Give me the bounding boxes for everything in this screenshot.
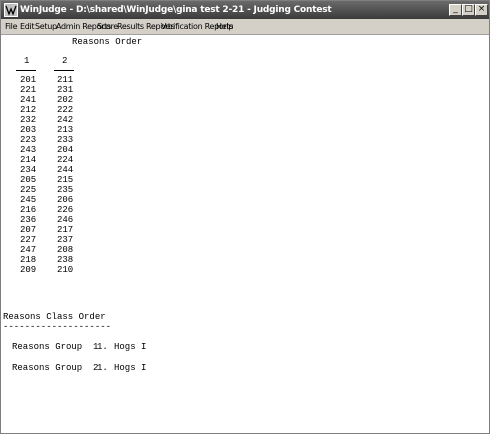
list-item: 202 bbox=[57, 95, 74, 105]
reasons-group-class: Hogs I bbox=[114, 342, 147, 352]
list-item: 246 bbox=[57, 215, 74, 225]
reasons-group-label: Reasons Group 2 bbox=[12, 363, 99, 373]
app-window: WinJudge - D:\shared\WinJudge\gina test … bbox=[0, 0, 490, 434]
list-item: 201 bbox=[20, 75, 37, 85]
minimize-button[interactable]: _ bbox=[449, 4, 462, 16]
class-order-divider: -------------------- bbox=[3, 322, 112, 332]
list-item: 217 bbox=[57, 225, 74, 235]
list-item: 236 bbox=[20, 215, 37, 225]
list-item: 223 bbox=[20, 135, 37, 145]
menu-edit[interactable]: Edit bbox=[20, 21, 35, 32]
list-item: 207 bbox=[20, 225, 37, 235]
list-item: 209 bbox=[20, 265, 37, 275]
menu-file[interactable]: File bbox=[5, 21, 17, 32]
menu-score[interactable]: Score bbox=[97, 21, 118, 32]
list-item: 213 bbox=[57, 125, 74, 135]
list-item: 216 bbox=[20, 205, 37, 215]
list-item: 244 bbox=[57, 165, 74, 175]
column-header-1: 1 bbox=[24, 56, 30, 66]
list-item: 206 bbox=[57, 195, 74, 205]
list-item: 247 bbox=[20, 245, 37, 255]
minimize-icon: _ bbox=[453, 4, 458, 14]
list-item: 222 bbox=[57, 105, 74, 115]
list-item: 205 bbox=[20, 175, 37, 185]
list-item: 203 bbox=[20, 125, 37, 135]
list-item: 210 bbox=[57, 265, 74, 275]
list-item: 214 bbox=[20, 155, 37, 165]
list-item: 234 bbox=[20, 165, 37, 175]
app-icon bbox=[4, 3, 18, 17]
column-header-2: 2 bbox=[62, 56, 68, 66]
list-item: 235 bbox=[57, 185, 74, 195]
menu-bar: File Edit Setup Admin Reports Score Resu… bbox=[1, 19, 489, 35]
report-heading: Reasons Order bbox=[72, 37, 143, 47]
menu-setup[interactable]: Setup bbox=[35, 21, 57, 32]
close-button[interactable]: × bbox=[475, 4, 488, 16]
list-item: 226 bbox=[57, 205, 74, 215]
list-item: 245 bbox=[20, 195, 37, 205]
close-icon: × bbox=[477, 4, 486, 14]
title-bar[interactable]: WinJudge - D:\shared\WinJudge\gina test … bbox=[1, 1, 489, 19]
list-item: 221 bbox=[20, 85, 37, 95]
list-item: 218 bbox=[20, 255, 37, 265]
list-item: 211 bbox=[57, 75, 74, 85]
list-item: 241 bbox=[20, 95, 37, 105]
reasons-group-number: 1. bbox=[97, 342, 108, 352]
list-item: 225 bbox=[20, 185, 37, 195]
column-underline-2 bbox=[54, 70, 74, 71]
list-item: 212 bbox=[20, 105, 37, 115]
list-item: 242 bbox=[57, 115, 74, 125]
reasons-group-label: Reasons Group 1 bbox=[12, 342, 99, 352]
list-item: 233 bbox=[57, 135, 74, 145]
reasons-group-number: 1. bbox=[97, 363, 108, 373]
list-item: 204 bbox=[57, 145, 74, 155]
report-view: Reasons Order 1 2 201 221 241 212 232 20… bbox=[1, 35, 489, 433]
reasons-group-class: Hogs I bbox=[114, 363, 147, 373]
list-item: 243 bbox=[20, 145, 37, 155]
class-order-heading: Reasons Class Order bbox=[3, 312, 106, 322]
list-item: 224 bbox=[57, 155, 74, 165]
window-title: WinJudge - D:\shared\WinJudge\gina test … bbox=[20, 5, 332, 15]
restore-icon: □ bbox=[464, 4, 473, 14]
list-item: 227 bbox=[20, 235, 37, 245]
list-item: 208 bbox=[57, 245, 74, 255]
list-item: 237 bbox=[57, 235, 74, 245]
column-1-values: 201 221 241 212 232 203 223 243 214 234 … bbox=[20, 75, 36, 275]
menu-help[interactable]: Help bbox=[216, 21, 233, 32]
restore-button[interactable]: □ bbox=[462, 4, 475, 16]
list-item: 231 bbox=[57, 85, 74, 95]
column-underline-1 bbox=[16, 70, 36, 71]
list-item: 215 bbox=[57, 175, 74, 185]
list-item: 238 bbox=[57, 255, 74, 265]
column-2-values: 211 231 202 222 242 213 233 204 224 244 … bbox=[57, 75, 73, 275]
list-item: 232 bbox=[20, 115, 37, 125]
